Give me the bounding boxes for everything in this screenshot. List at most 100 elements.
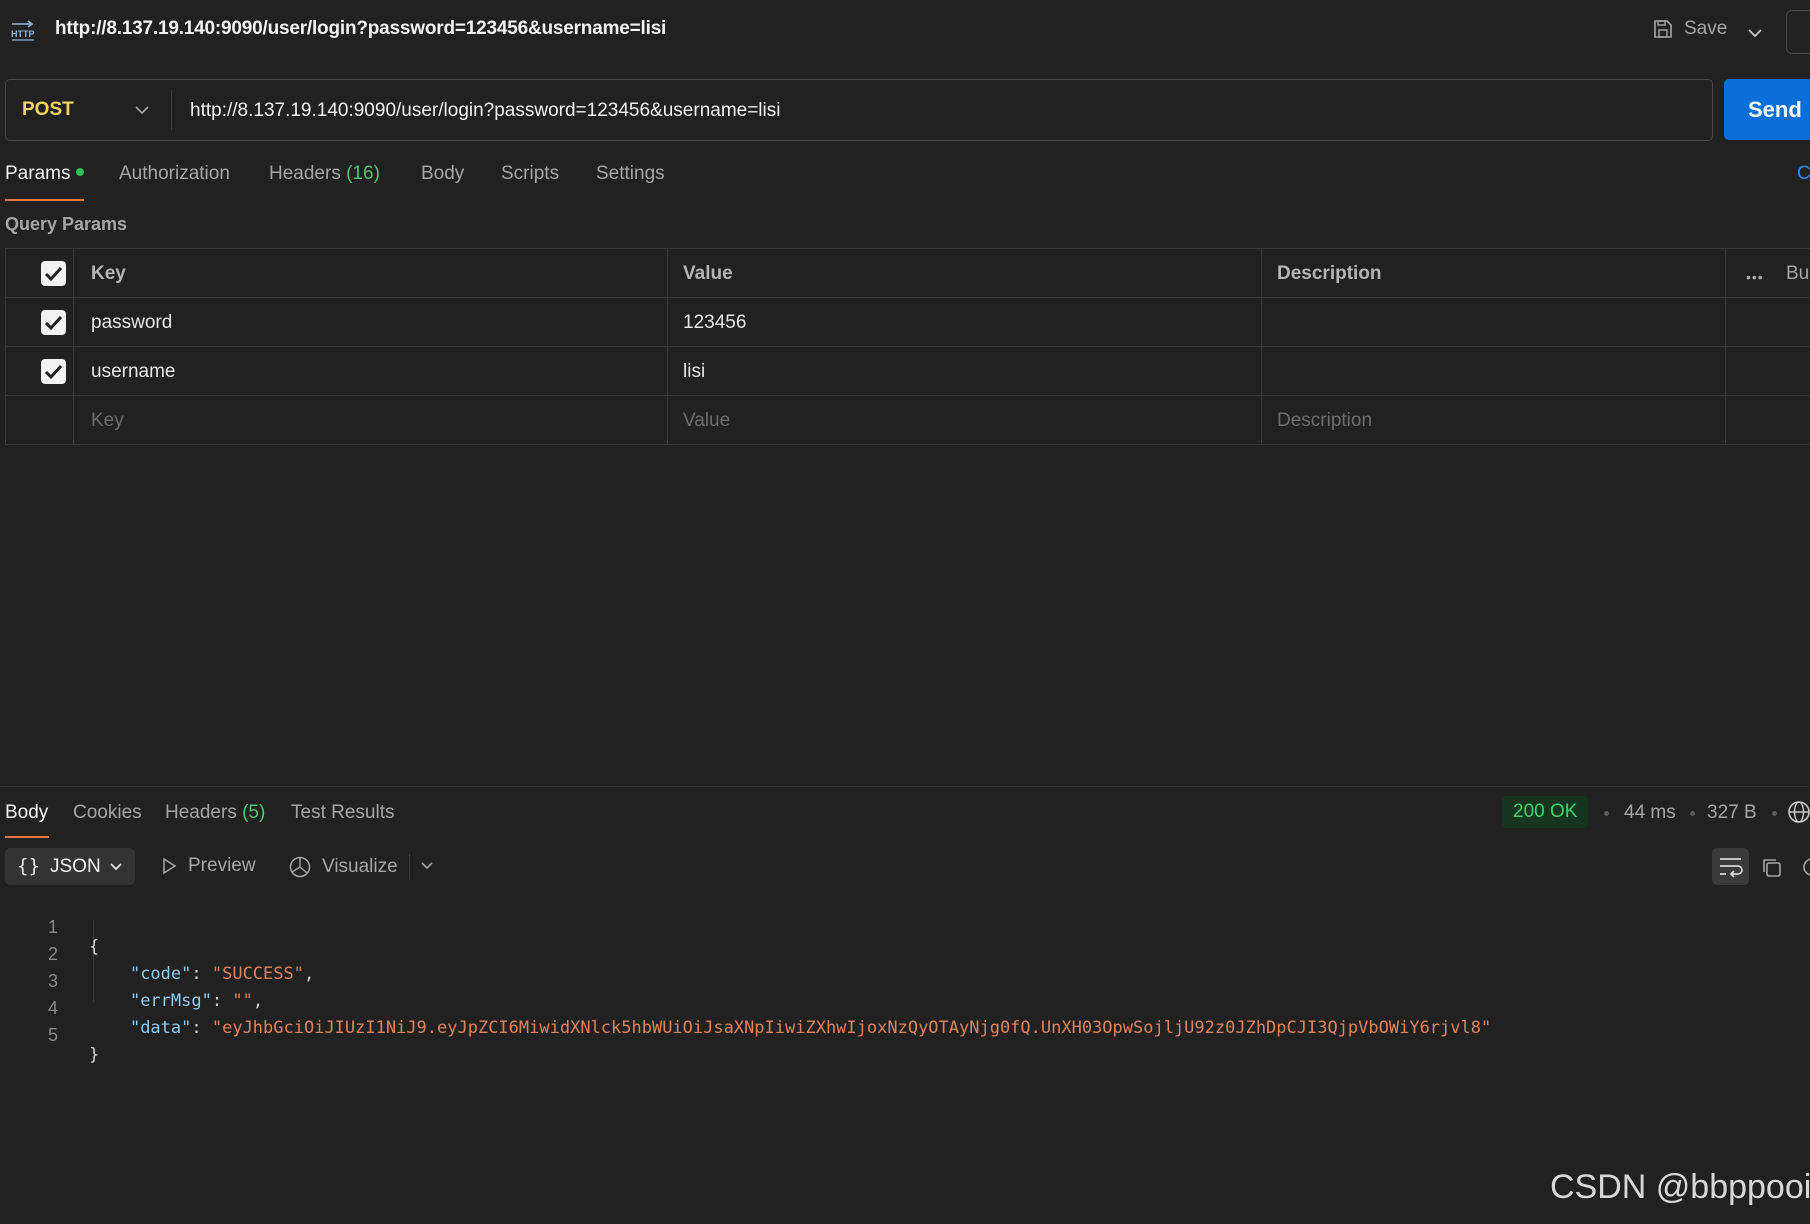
watermark: CSDN @bbppooi: [1550, 1168, 1810, 1206]
svg-text:HTTP: HTTP: [11, 29, 35, 39]
check-icon: [44, 364, 63, 380]
response-time[interactable]: 44 ms: [1624, 802, 1676, 824]
tab-settings[interactable]: Settings: [596, 163, 665, 185]
code-text: "data": "eyJhbGciOiJIUzI1NiJ9.eyJpZCI6Mi…: [129, 1018, 1492, 1038]
headers-count: (16): [346, 163, 380, 184]
indent-guide: [93, 920, 94, 1002]
tab-headers-label: Headers: [269, 163, 341, 184]
response-tab-headers[interactable]: Headers (5): [165, 802, 265, 824]
tab-headers[interactable]: Headers (16): [269, 163, 380, 185]
response-tab-test-results[interactable]: Test Results: [291, 802, 394, 824]
response-tab-headers-label: Headers: [165, 802, 237, 823]
table-row: password 123456: [6, 298, 1810, 347]
select-all-cell: [6, 249, 74, 297]
more-options-icon[interactable]: •••: [1746, 269, 1764, 285]
row-checkbox[interactable]: [41, 359, 66, 384]
row-extra-cell: [1726, 298, 1810, 346]
column-header-value: Value: [668, 249, 1262, 297]
table-options-cell: ••• Bulk: [1726, 249, 1810, 297]
braces-icon: {}: [17, 855, 40, 877]
response-body-code[interactable]: 1 { 2 "code": "SUCCESS", 3 "errMsg": "",…: [0, 897, 1491, 1065]
code-text: "errMsg": "",: [129, 991, 264, 1011]
new-description-input[interactable]: Description: [1262, 396, 1726, 444]
new-key-input[interactable]: Key: [74, 396, 668, 444]
response-tab-body[interactable]: Body: [5, 802, 48, 824]
code-line: 1 {: [0, 897, 99, 957]
chevron-down-icon[interactable]: [418, 857, 436, 875]
response-tab-cookies[interactable]: Cookies: [73, 802, 142, 824]
tab-params[interactable]: Params: [5, 163, 85, 185]
status-badge[interactable]: 200 OK: [1502, 796, 1589, 828]
query-params-label: Query Params: [5, 214, 128, 234]
divider: [171, 90, 172, 130]
table-row-new: Key Value Description: [6, 396, 1810, 445]
wrap-lines-button[interactable]: [1712, 848, 1749, 885]
json-string: "eyJhbGciOiJIUzI1NiJ9.eyJpZCI6MiwidXNlck…: [211, 1018, 1492, 1038]
globe-icon[interactable]: [1787, 800, 1810, 824]
json-key: "data": [129, 1018, 192, 1038]
query-params-table: Key Value Description ••• Bulk password …: [5, 248, 1810, 445]
json-key: "code": [129, 964, 192, 984]
code-line: 4 "data": "eyJhbGciOiJIUzI1NiJ9.eyJpZCI6…: [0, 978, 1491, 1038]
select-all-checkbox[interactable]: [41, 261, 66, 286]
tab-scripts[interactable]: Scripts: [501, 163, 559, 185]
check-icon: [44, 315, 63, 331]
response-divider[interactable]: [0, 786, 1810, 787]
param-key-input[interactable]: password: [74, 298, 668, 346]
wrap-icon: [1720, 858, 1743, 878]
send-button[interactable]: Send: [1724, 79, 1810, 140]
row-check-cell: [6, 396, 74, 444]
bulk-edit-link[interactable]: Bulk: [1786, 263, 1810, 285]
save-icon: [1654, 20, 1672, 38]
save-label: Save: [1684, 18, 1728, 39]
active-tab-underline: [5, 836, 49, 838]
tab-body[interactable]: Body: [421, 163, 464, 185]
visualize-button[interactable]: Visualize: [288, 855, 398, 879]
tab-authorization[interactable]: Authorization: [119, 163, 230, 185]
separator-dot: [1604, 811, 1609, 816]
code-line: 3 "errMsg": "",: [0, 951, 263, 1011]
preview-button[interactable]: Preview: [160, 855, 256, 877]
new-value-input[interactable]: Value: [668, 396, 1262, 444]
save-button[interactable]: Save: [1652, 18, 1727, 40]
chevron-down-icon: [110, 863, 122, 871]
param-description-input[interactable]: [1262, 298, 1726, 346]
chevron-down-icon[interactable]: [132, 100, 152, 120]
code-text: "code": "SUCCESS",: [129, 964, 315, 984]
search-icon[interactable]: [1800, 856, 1810, 880]
response-size[interactable]: 327 B: [1707, 802, 1757, 824]
param-value-input[interactable]: lisi: [668, 347, 1262, 395]
method-select[interactable]: POST: [22, 99, 74, 121]
request-name[interactable]: http://8.137.19.140:9090/user/login?pass…: [55, 18, 666, 40]
cookies-link[interactable]: C: [1797, 163, 1810, 185]
visualize-label: Visualize: [322, 856, 398, 877]
row-checkbox[interactable]: [41, 310, 66, 335]
url-input[interactable]: http://8.137.19.140:9090/user/login?pass…: [190, 100, 780, 122]
column-header-description: Description: [1262, 249, 1726, 297]
json-string: "": [232, 991, 253, 1011]
check-icon: [44, 266, 63, 282]
json-string: "SUCCESS": [211, 964, 304, 984]
code-line: 2 "code": "SUCCESS",: [0, 924, 314, 984]
divider: [409, 854, 410, 880]
visualize-icon: [289, 856, 311, 878]
param-value-input[interactable]: 123456: [668, 298, 1262, 346]
tab-params-label: Params: [5, 163, 71, 184]
row-check-cell: [6, 298, 74, 346]
param-key-input[interactable]: username: [74, 347, 668, 395]
params-indicator-dot: [76, 168, 85, 176]
row-extra-cell: [1726, 347, 1810, 395]
play-icon: [163, 857, 177, 875]
share-button[interactable]: [1786, 10, 1810, 54]
url-bar: POST http://8.137.19.140:9090/user/login…: [5, 79, 1713, 141]
chevron-down-icon[interactable]: [1744, 22, 1766, 44]
code-text: {: [89, 937, 100, 957]
active-tab-underline: [5, 199, 84, 201]
code-text: }: [89, 1045, 100, 1065]
preview-label: Preview: [188, 855, 256, 876]
copy-icon[interactable]: [1760, 856, 1784, 880]
http-icon: HTTP: [11, 20, 35, 41]
response-headers-count: (5): [242, 802, 266, 823]
format-select[interactable]: {} JSON: [5, 848, 135, 885]
param-description-input[interactable]: [1262, 347, 1726, 395]
